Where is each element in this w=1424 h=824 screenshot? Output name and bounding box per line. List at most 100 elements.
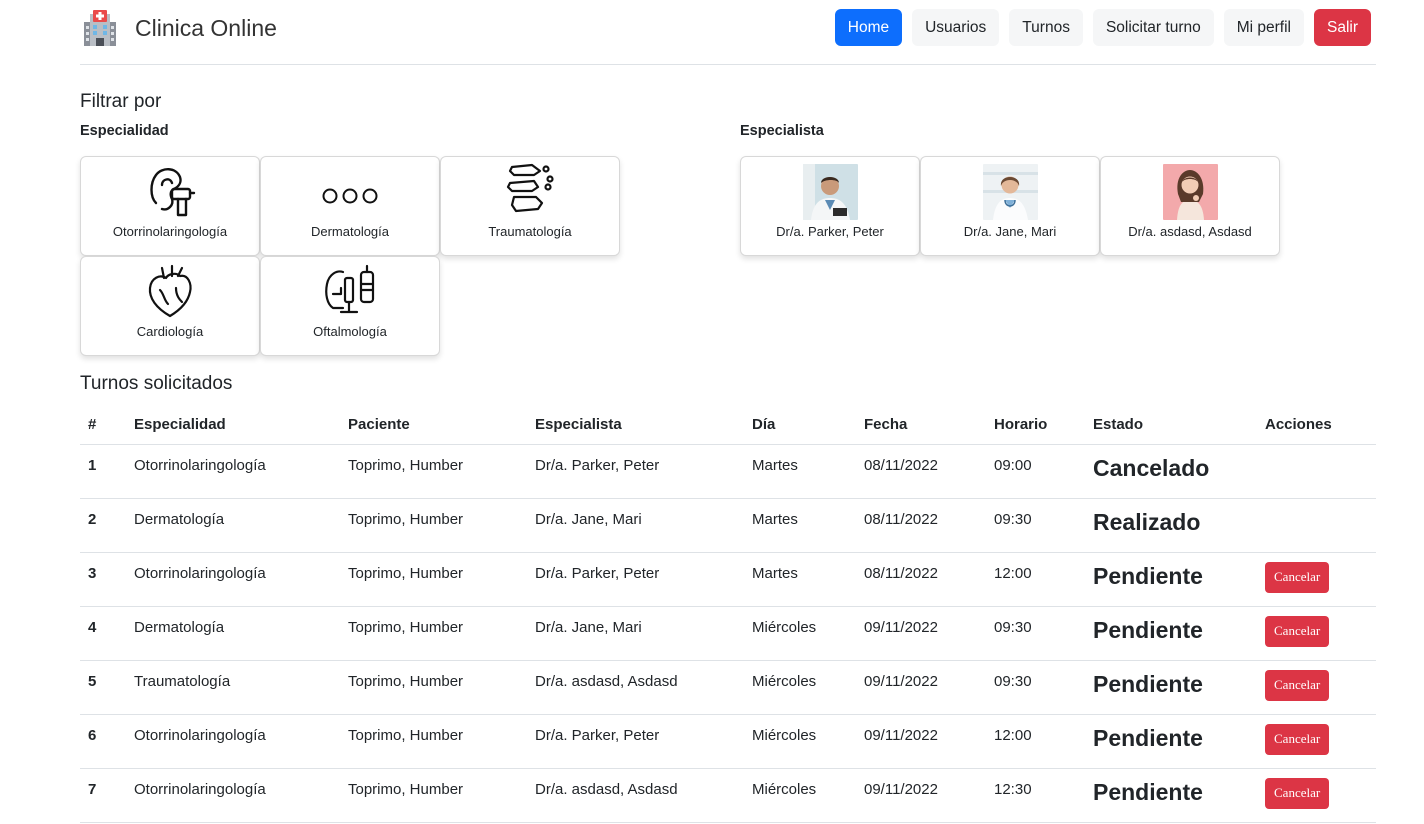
eye-exam-icon [325,264,375,314]
cancel-button[interactable]: Cancelar [1265,561,1330,593]
cell-especialidad: Otorrinolaringología [126,552,340,607]
cell-especialista: Dr/a. asdasd, Asdasd [527,660,744,715]
doctor-avatar [802,164,858,220]
filter-card-label: Traumatología [488,224,572,239]
col-header: Estado [1085,405,1257,445]
cancel-button[interactable]: Cancelar [1265,723,1330,755]
cell-number: 3 [80,552,126,607]
navbar: Clinica Online Home Usuarios Turnos Soli… [80,0,1376,65]
cell-dia: Miércoles [744,768,856,823]
cell-dia: Miércoles [744,714,856,769]
cell-especialidad: Otorrinolaringología [126,444,340,499]
cell-fecha: 09/11/2022 [856,660,986,715]
cell-especialista: Dr/a. Jane, Mari [527,606,744,661]
cell-acciones: Cancelar [1257,714,1376,769]
cell-especialista: Dr/a. Jane, Mari [527,498,744,553]
cell-estado: Pendiente [1085,714,1257,769]
cell-dia: Miércoles [744,660,856,715]
cell-number: 2 [80,498,126,553]
filter-card-label: Dr/a. Jane, Mari [963,224,1057,239]
table-row: 7 Otorrinolaringología Toprimo, Humber D… [80,768,1376,823]
cell-horario: 12:00 [986,552,1085,607]
filter-card-label: Dr/a. asdasd, Asdasd [1128,224,1252,239]
nav-usuarios-button[interactable]: Usuarios [912,9,1000,46]
filter-title: Filtrar por [80,91,162,112]
cell-dia: Martes [744,552,856,607]
filter-card-cardiologia[interactable]: Cardiología [80,256,260,356]
cancel-button[interactable]: Cancelar [1265,669,1330,701]
table-row: 3 Otorrinolaringología Toprimo, Humber D… [80,552,1376,607]
filter-card-label: Dr/a. Parker, Peter [776,224,884,239]
filter-card-especialista-jane[interactable]: Dr/a. Jane, Mari [920,156,1100,256]
doctor-avatar [982,164,1038,220]
cell-paciente: Toprimo, Humber [340,660,527,715]
nav-mi-perfil-button[interactable]: Mi perfil [1223,9,1304,46]
cell-especialidad: Dermatología [126,606,340,661]
cell-acciones [1257,444,1376,499]
cell-especialidad: Otorrinolaringología [126,714,340,769]
col-header: Especialista [527,405,744,445]
filter-card-label: Cardiología [136,324,204,339]
cell-acciones [1257,498,1376,553]
ear-icon [150,168,196,217]
cell-estado: Pendiente [1085,552,1257,607]
cell-especialista: Dr/a. asdasd, Asdasd [527,768,744,823]
cancel-button[interactable]: Cancelar [1265,615,1330,647]
cell-acciones: Cancelar [1257,660,1376,715]
filter-card-especialista-asdasd[interactable]: Dr/a. asdasd, Asdasd [1100,156,1280,256]
cell-horario: 09:30 [986,606,1085,661]
cell-acciones: Cancelar [1257,606,1376,661]
cell-paciente: Toprimo, Humber [340,768,527,823]
brand[interactable]: Clinica Online [80,8,277,48]
filter-card-otorrinolaringologia[interactable]: Otorrinolaringología [80,156,260,256]
cell-especialista: Dr/a. Parker, Peter [527,552,744,607]
filter-card-especialista-parker[interactable]: Dr/a. Parker, Peter [740,156,920,256]
cell-dia: Martes [744,444,856,499]
cell-especialidad: Traumatología [126,660,340,715]
cell-horario: 12:30 [986,768,1085,823]
filter-card-label: Otorrinolaringología [112,224,228,239]
cell-number: 5 [80,660,126,715]
col-header: Acciones [1257,405,1376,445]
cell-paciente: Toprimo, Humber [340,444,527,499]
cell-paciente: Toprimo, Humber [340,498,527,553]
table-header: # Especialidad Paciente Especialista Día… [80,405,1376,445]
filter-card-label: Dermatología [310,224,390,239]
heart-icon [148,264,192,318]
filter-card-dermatologia[interactable]: Dermatología [260,156,440,256]
col-header: Fecha [856,405,986,445]
nav-solicitar-turno-button[interactable]: Solicitar turno [1092,9,1214,46]
cell-horario: 09:30 [986,498,1085,553]
cell-dia: Miércoles [744,606,856,661]
brand-title: Clinica Online [135,14,277,41]
cell-estado: Pendiente [1085,768,1257,823]
cell-acciones: Cancelar [1257,768,1376,823]
cell-horario: 12:00 [986,714,1085,769]
filter-card-traumatologia[interactable]: Traumatología [440,156,620,256]
bones-icon [506,163,554,213]
cell-especialista: Dr/a. Parker, Peter [527,714,744,769]
especialista-label: Especialista [740,123,824,139]
col-header: Horario [986,405,1085,445]
cell-number: 6 [80,714,126,769]
table-header-row: # Especialidad Paciente Especialista Día… [80,405,1376,445]
hospital-icon [84,10,116,46]
nav-home-button[interactable]: Home [834,9,903,46]
cell-acciones: Cancelar [1257,552,1376,607]
main-nav: Home Usuarios Turnos Solicitar turno Mi … [834,9,1371,46]
cell-fecha: 08/11/2022 [856,498,986,553]
especialidad-label: Especialidad [80,123,169,139]
nav-turnos-button[interactable]: Turnos [1009,9,1083,46]
cell-fecha: 09/11/2022 [856,768,986,823]
filter-card-oftalmologia[interactable]: Oftalmología [260,256,440,356]
cell-especialista: Dr/a. Parker, Peter [527,444,744,499]
cell-especialidad: Dermatología [126,498,340,553]
cell-estado: Pendiente [1085,606,1257,661]
cancel-button[interactable]: Cancelar [1265,777,1330,809]
skin-cells-icon [322,188,378,204]
table-row: 5 Traumatología Toprimo, Humber Dr/a. as… [80,660,1376,715]
cell-horario: 09:00 [986,444,1085,499]
cell-paciente: Toprimo, Humber [340,714,527,769]
col-header: Paciente [340,405,527,445]
nav-salir-button[interactable]: Salir [1313,9,1371,46]
